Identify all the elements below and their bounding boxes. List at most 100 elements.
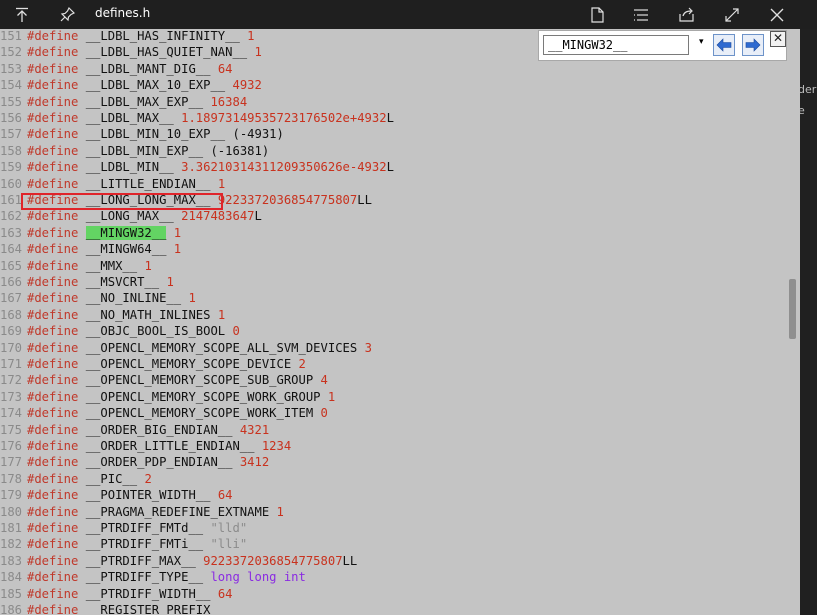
code-line: 157 #define __LDBL_MIN_10_EXP__ (-4931)	[0, 126, 284, 142]
line-number: 180	[0, 504, 23, 519]
code-line: 176 #define __ORDER_LITTLE_ENDIAN__ 1234	[0, 438, 291, 454]
line-number: 168	[0, 307, 23, 322]
go-to-top-icon[interactable]	[7, 0, 37, 29]
line-number: 171	[0, 357, 23, 371]
define-keyword: #define	[27, 603, 79, 615]
chevron-down-icon[interactable]: ▾	[699, 37, 704, 47]
code-line: 182 #define __PTRDIFF_FMTi__ "lli"	[0, 536, 247, 552]
macro-name: __OPENCL_MEMORY_SCOPE_ALL_SVM_DEVICES	[85, 340, 358, 355]
code-line: 163 #define __MINGW32__ 1	[0, 225, 181, 241]
macro-name: __LDBL_HAS_QUIET_NAN__	[85, 45, 248, 60]
define-keyword: #define	[27, 373, 79, 388]
line-number: 177	[0, 455, 23, 470]
define-keyword: #define	[27, 29, 79, 43]
macro-name: __LDBL_MAX_10_EXP__	[85, 78, 226, 93]
macro-name: __PTRDIFF_FMTi__	[85, 537, 204, 552]
macro-name: __PTRDIFF_WIDTH__	[85, 586, 211, 601]
line-number: 164	[0, 242, 23, 257]
share-icon[interactable]	[672, 0, 702, 29]
code-line: 179 #define __POINTER_WIDTH__ 64	[0, 487, 233, 503]
code-line: 160 #define __LITTLE_ENDIAN__ 1	[0, 176, 225, 192]
code-line: 167 #define __NO_INLINE__ 1	[0, 290, 196, 306]
value-suffix: LL	[357, 193, 372, 207]
define-keyword: #define	[27, 61, 79, 76]
macro-value: 1	[166, 275, 174, 289]
macro-name: __LDBL_MAX__	[85, 111, 174, 125]
macro-name: __LDBL_MANT_DIG__	[85, 61, 211, 76]
code-line: 159 #define __LDBL_MIN__ 3.36210314311209…	[0, 159, 394, 175]
macro-value: 2	[298, 357, 306, 371]
line-number: 156	[0, 111, 23, 125]
line-number: 166	[0, 275, 23, 289]
find-previous-button[interactable]	[713, 34, 735, 56]
macro-name: __ORDER_BIG_ENDIAN__	[85, 422, 233, 437]
pin-icon[interactable]	[52, 0, 82, 29]
code-line: 165 #define __MMX__ 1	[0, 258, 152, 274]
macro-value: 16384	[210, 94, 248, 109]
code-line: 173 #define __OPENCL_MEMORY_SCOPE_WORK_GR…	[0, 389, 335, 405]
code-editor[interactable]: 151 #define __LDBL_HAS_INFINITY__ 1 152 #de…	[0, 29, 800, 615]
line-number: 154	[0, 78, 23, 93]
macro-value: 64	[217, 488, 233, 503]
find-next-button[interactable]	[742, 34, 764, 56]
macro-value: 1	[173, 242, 182, 257]
code-line: 168 #define __NO_MATH_INLINES 1	[0, 307, 225, 323]
line-number: 165	[0, 258, 23, 273]
code-line: 153 #define __LDBL_MANT_DIG__ 64	[0, 61, 233, 77]
macro-name: __PTRDIFF_MAX__	[85, 553, 196, 568]
macro-value: 1	[276, 504, 284, 519]
define-keyword: #define	[27, 242, 79, 257]
macro-value: 3	[364, 340, 372, 355]
line-number: 162	[0, 209, 23, 224]
macro-name: __LDBL_MIN__	[85, 160, 174, 175]
define-keyword: #define	[27, 127, 79, 142]
find-close-button[interactable]: ✕	[770, 31, 786, 47]
define-keyword: #define	[27, 258, 79, 273]
define-keyword: #define	[27, 111, 79, 125]
macro-value: 1	[173, 225, 182, 240]
scrollbar-thumb[interactable]	[789, 279, 796, 339]
macro-value: 1	[188, 291, 196, 306]
window-title: defines.h	[95, 6, 151, 20]
macro-value: 9223372036854775807	[203, 553, 343, 568]
code-line: 174 #define __OPENCL_MEMORY_SCOPE_WORK_IT…	[0, 405, 328, 421]
line-number: 151	[0, 29, 23, 43]
macro-value: 9223372036854775807	[217, 193, 358, 207]
macro-value: 3412	[239, 455, 270, 470]
vertical-scrollbar[interactable]	[785, 29, 800, 615]
define-keyword: #define	[27, 521, 79, 535]
arrow-right-icon	[745, 38, 761, 52]
line-number: 183	[0, 553, 23, 568]
define-keyword: #define	[27, 537, 79, 552]
line-number: 152	[0, 45, 23, 60]
macro-name: __LITTLE_ENDIAN__	[85, 176, 211, 191]
code-line: 169 #define __OBJC_BOOL_IS_BOOL 0	[0, 323, 240, 339]
define-keyword: #define	[27, 553, 79, 568]
define-keyword: #define	[27, 488, 79, 503]
line-number: 160	[0, 176, 23, 191]
define-keyword: #define	[27, 324, 79, 339]
line-number: 161	[0, 193, 23, 207]
new-file-icon[interactable]	[582, 0, 612, 29]
macro-name: __MINGW32__	[85, 225, 167, 240]
macro-name: __LDBL_MIN_10_EXP__	[85, 127, 226, 142]
macro-name: __POINTER_WIDTH__	[85, 488, 211, 503]
macro-name: __MINGW64__	[85, 242, 167, 257]
define-keyword: #define	[27, 586, 79, 601]
find-input[interactable]	[543, 35, 689, 55]
line-number: 169	[0, 324, 23, 339]
expand-icon[interactable]	[717, 0, 747, 29]
macro-name: __PTRDIFF_TYPE__	[85, 570, 204, 585]
macro-value: 0	[320, 406, 328, 421]
code-line: 170 #define __OPENCL_MEMORY_SCOPE_ALL_SVM…	[0, 340, 372, 356]
macro-name: __NO_INLINE__	[85, 291, 182, 306]
define-keyword: #define	[27, 160, 79, 175]
code-line: 162 #define __LONG_MAX__ 2147483647L	[0, 208, 262, 224]
background-text: der	[800, 83, 817, 96]
list-icon[interactable]	[626, 0, 656, 29]
define-keyword: #define	[27, 471, 79, 486]
line-number: 159	[0, 160, 23, 175]
define-keyword: #define	[27, 455, 79, 470]
close-icon[interactable]	[762, 0, 792, 29]
title-bar: defines.h	[0, 0, 817, 29]
